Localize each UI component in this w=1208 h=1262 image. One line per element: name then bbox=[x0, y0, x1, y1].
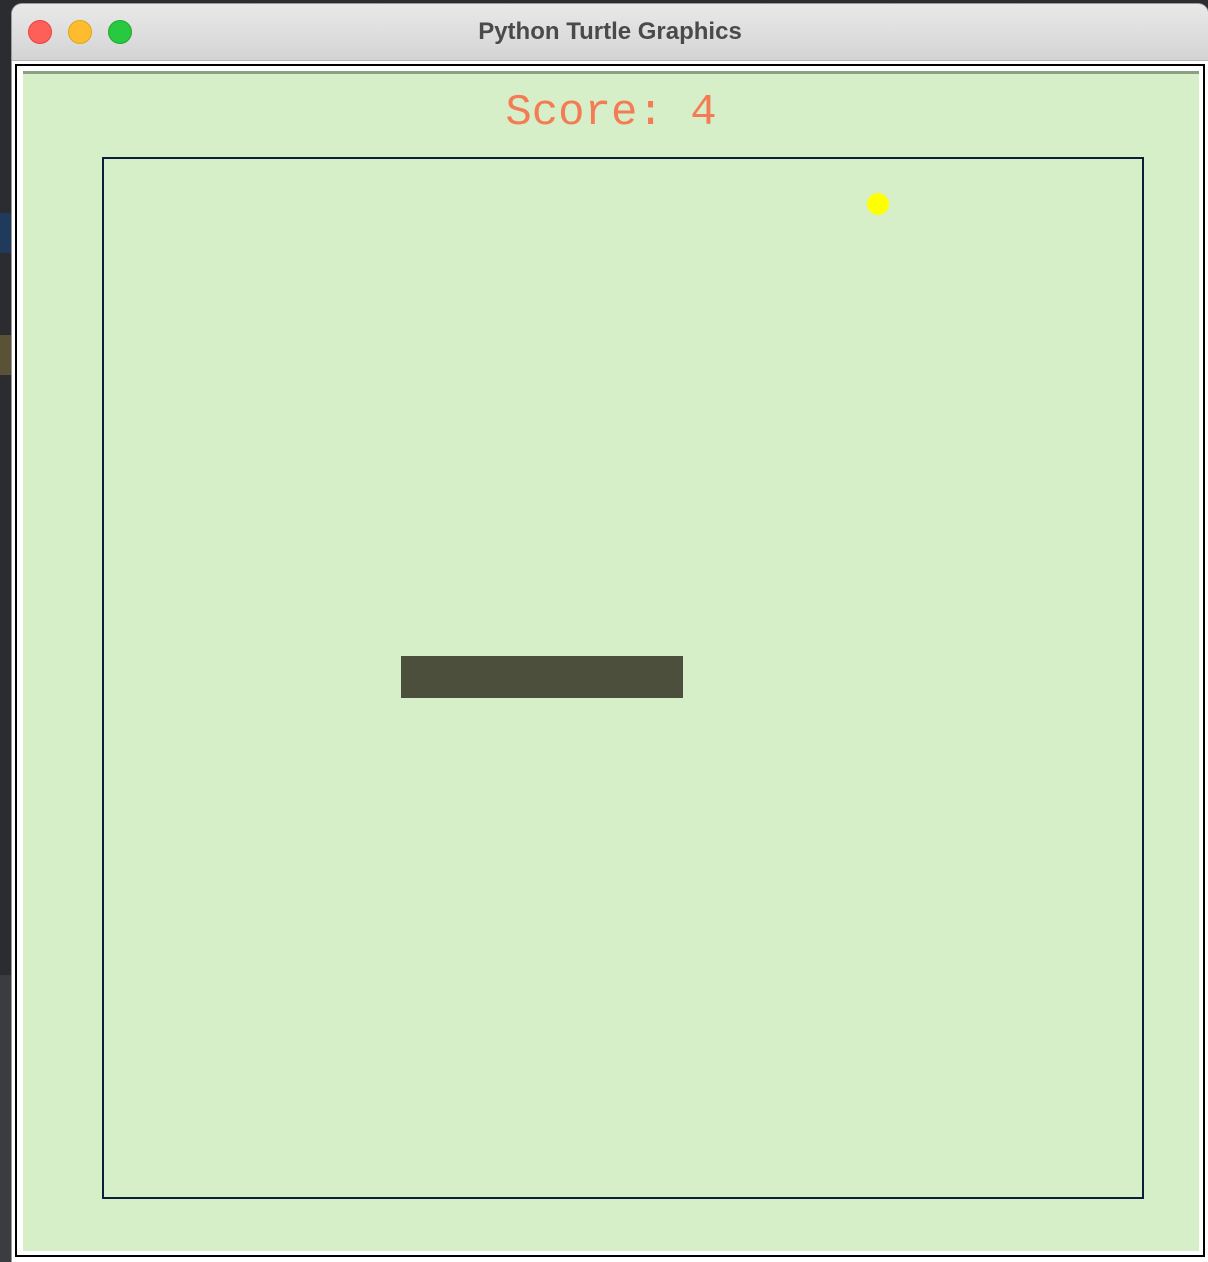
food-pellet bbox=[867, 193, 889, 215]
desktop-background-strip bbox=[0, 213, 12, 253]
desktop-background-strip bbox=[0, 335, 12, 375]
snake-body bbox=[401, 656, 683, 698]
desktop-background-strip bbox=[0, 975, 12, 1262]
title-bar[interactable]: Python Turtle Graphics bbox=[12, 4, 1208, 61]
window-title: Python Turtle Graphics bbox=[478, 18, 742, 45]
game-canvas[interactable]: Score: 4 bbox=[23, 71, 1199, 1251]
score-label: Score: 4 bbox=[505, 88, 717, 138]
turtle-window: Python Turtle Graphics Score: 4 bbox=[12, 4, 1208, 1262]
canvas-frame: Score: 4 bbox=[15, 64, 1205, 1257]
